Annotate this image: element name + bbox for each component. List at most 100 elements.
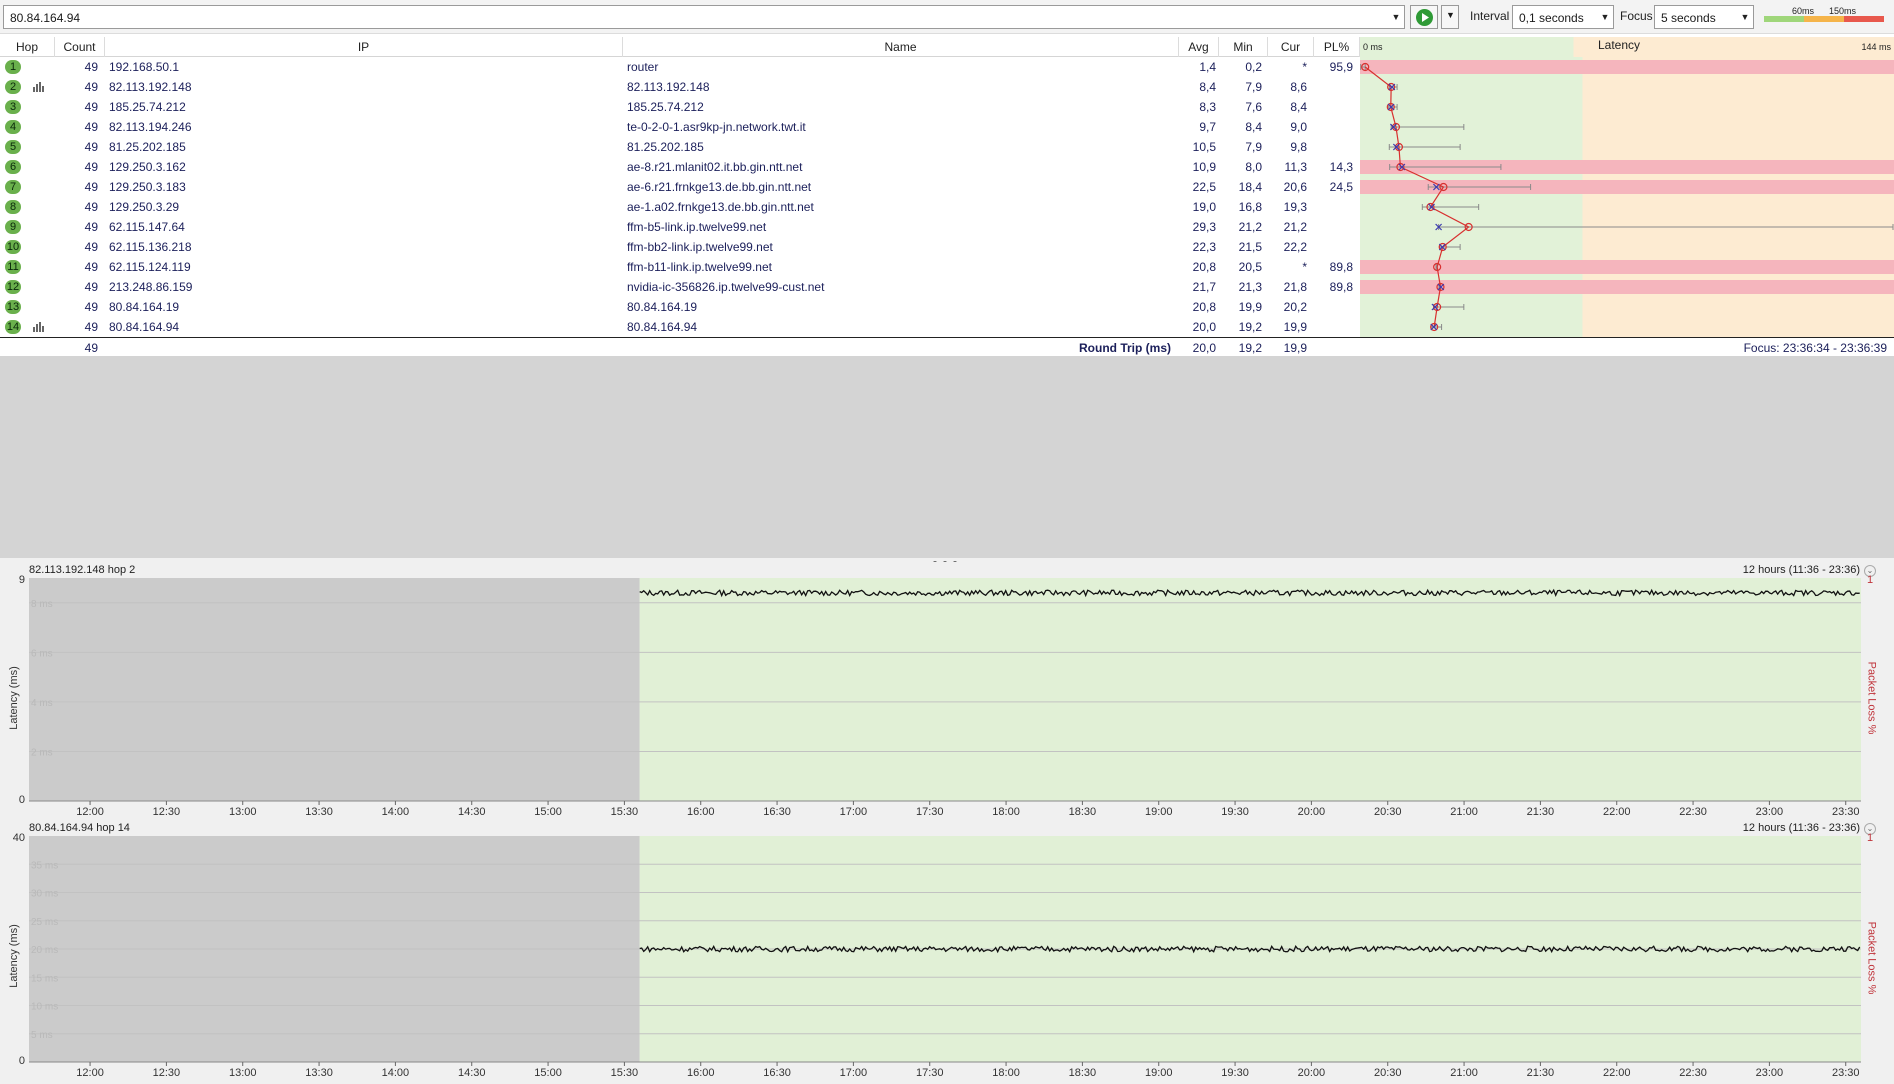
time-graph-hop-2: 82.113.192.148 hop 2 12 hours (11:36 - 2… (0, 562, 1894, 820)
cell-avg: 22,3 (1192, 240, 1216, 254)
focus-select[interactable]: 5 seconds ▼ (1654, 5, 1754, 29)
table-row[interactable]: 13 49 80.84.164.19 80.84.164.19 20,8 19,9 20,2 (0, 297, 1360, 317)
col-count[interactable]: Count (55, 37, 105, 57)
chevron-down-icon: ▼ (1600, 12, 1610, 22)
x-tick-label: 13:00 (229, 806, 257, 818)
cell-min: 21,3 (1238, 280, 1262, 294)
table-row[interactable]: 14 49 80.84.164.94 80.84.164.94 20,0 19,2 19,9 (0, 317, 1360, 337)
x-tick-label: 19:00 (1145, 806, 1173, 818)
table-row[interactable]: 9 49 62.115.147.64 ffm-b5-link.ip.twelve99.… (0, 217, 1360, 237)
cell-min: 16,8 (1238, 200, 1262, 214)
table-row[interactable]: 10 49 62.115.136.218 ffm-bb2-link.ip.twelve… (0, 237, 1360, 257)
packet-loss-bar (1360, 60, 1894, 74)
scale-label-150: 150ms (1829, 6, 1857, 16)
cell-min: 8,4 (1245, 120, 1262, 134)
cell-ip: 213.248.86.159 (109, 280, 193, 294)
cell-avg: 10,5 (1192, 140, 1216, 154)
x-tick-label: 19:30 (1221, 1067, 1249, 1079)
bar-chart-icon[interactable] (33, 322, 46, 332)
cell-cur: 19,9 (1283, 320, 1307, 334)
gridline-label: 2 ms (31, 747, 53, 758)
gridline-label: 10 ms (31, 1002, 58, 1013)
latency-graph (1360, 57, 1894, 337)
latency-time-plot[interactable]: 8 ms 6 ms 4 ms 2 ms 9 0 1 12:00 12:30 13:00 13:30 1… (0, 562, 1894, 820)
cell-count: 49 (84, 120, 98, 134)
hop-number: 5 (5, 140, 21, 154)
cell-min: 8,0 (1245, 160, 1262, 174)
col-hop[interactable]: Hop (0, 37, 55, 57)
cell-count: 49 (84, 100, 98, 114)
cell-name: ffm-b11-link.ip.twelve99.net (627, 260, 772, 274)
start-trace-button[interactable] (1410, 5, 1438, 29)
interval-select[interactable]: 0,1 seconds ▼ (1512, 5, 1614, 29)
target-input[interactable]: 80.84.164.94 (10, 11, 80, 25)
hop-number: 1 (5, 60, 21, 74)
cell-cur: 8,6 (1290, 80, 1307, 94)
cell-count: 49 (84, 160, 98, 174)
gridline-label: 4 ms (31, 698, 53, 709)
hop-number: 6 (5, 160, 21, 174)
cell-cur: * (1302, 260, 1307, 274)
x-tick-label: 20:30 (1374, 1067, 1402, 1079)
table-row[interactable]: 7 49 129.250.3.183 ae-6.r21.frnkge13.de.bb.… (0, 177, 1360, 197)
latency-min-label: 0 ms (1363, 42, 1383, 52)
table-row[interactable]: 1 49 192.168.50.1 router 1,4 0,2 * 95,9 (0, 57, 1360, 77)
table-row[interactable]: 5 49 81.25.202.185 81.25.202.185 10,5 7,9 9,8 (0, 137, 1360, 157)
table-row[interactable]: 2 49 82.113.192.148 82.113.192.148 8,4 7,9 8,6 (0, 77, 1360, 97)
no-data-region (29, 578, 640, 801)
hop-number: 13 (5, 300, 21, 314)
col-ip[interactable]: IP (105, 37, 623, 57)
cell-count: 49 (84, 260, 98, 274)
gridline-label: 6 ms (31, 648, 53, 659)
cell-name: 80.84.164.94 (627, 320, 698, 334)
target-combobox[interactable]: 80.84.164.94 ▼ (3, 5, 1405, 29)
cell-min: 7,6 (1245, 100, 1262, 114)
play-icon (1416, 9, 1433, 26)
cell-name: te-0-2-0-1.asr9kp-jn.network.twt.it (627, 120, 806, 134)
col-min[interactable]: Min (1219, 37, 1268, 57)
chevron-down-icon: ▼ (1740, 12, 1750, 22)
summary-count: 49 (84, 341, 98, 355)
col-avg[interactable]: Avg (1179, 37, 1219, 57)
latency-time-plot[interactable]: 35 ms 30 ms 25 ms 20 ms 15 ms 10 ms 5 ms 40 0 1 12… (0, 820, 1894, 1084)
bar-chart-icon[interactable] (33, 82, 46, 92)
cell-avg: 1,4 (1199, 60, 1216, 74)
x-tick-label: 18:00 (992, 806, 1020, 818)
table-row[interactable]: 12 49 213.248.86.159 nvidia-ic-356826.ip.tw… (0, 277, 1360, 297)
table-row[interactable]: 4 49 82.113.194.246 te-0-2-0-1.asr9kp-jn.ne… (0, 117, 1360, 137)
cell-count: 49 (84, 60, 98, 74)
focus-value: 5 seconds (1661, 11, 1716, 25)
hop-number: 3 (5, 100, 21, 114)
cell-cur: 9,8 (1290, 140, 1307, 154)
target-dropdown-icon[interactable]: ▼ (1388, 6, 1404, 28)
table-row[interactable]: 3 49 185.25.74.212 185.25.74.212 8,3 7,6 8,4 (0, 97, 1360, 117)
col-pl[interactable]: PL% (1314, 37, 1360, 57)
gridline-label: 8 ms (31, 599, 53, 610)
summary-min: 19,2 (1238, 341, 1262, 355)
x-tick-label: 21:00 (1450, 806, 1478, 818)
cell-avg: 22,5 (1192, 180, 1216, 194)
scale-good (1764, 16, 1804, 22)
cell-min: 7,9 (1245, 80, 1262, 94)
scale-label-60: 60ms (1792, 6, 1815, 16)
x-tick-label: 20:00 (1298, 1067, 1326, 1079)
x-tick-label: 18:00 (992, 1067, 1020, 1079)
hop-number: 2 (5, 80, 21, 94)
options-dropdown-button[interactable]: ▼ (1441, 5, 1459, 29)
cell-name: ae-8.r21.mlanit02.it.bb.gin.ntt.net (627, 160, 803, 174)
table-row[interactable]: 8 49 129.250.3.29 ae-1.a02.frnkge13.de.bb.g… (0, 197, 1360, 217)
table-row[interactable]: 6 49 129.250.3.162 ae-8.r21.mlanit02.it.bb.… (0, 157, 1360, 177)
cell-cur: 21,2 (1283, 220, 1307, 234)
x-tick-label: 13:30 (305, 806, 333, 818)
cell-ip: 129.250.3.29 (109, 200, 180, 214)
col-name[interactable]: Name (623, 37, 1179, 57)
cell-min: 20,5 (1238, 260, 1262, 274)
table-header: Hop Count IP Name Avg Min Cur PL% 0 ms L… (0, 37, 1894, 57)
col-cur[interactable]: Cur (1268, 37, 1314, 57)
x-tick-label: 18:30 (1069, 806, 1097, 818)
table-row[interactable]: 11 49 62.115.124.119 ffm-b11-link.ip.twelve… (0, 257, 1360, 277)
x-tick-label: 17:00 (840, 1067, 868, 1079)
cell-avg: 19,0 (1192, 200, 1216, 214)
cell-ip: 129.250.3.162 (109, 160, 186, 174)
col-latency[interactable]: 0 ms Latency 144 ms (1360, 37, 1894, 57)
